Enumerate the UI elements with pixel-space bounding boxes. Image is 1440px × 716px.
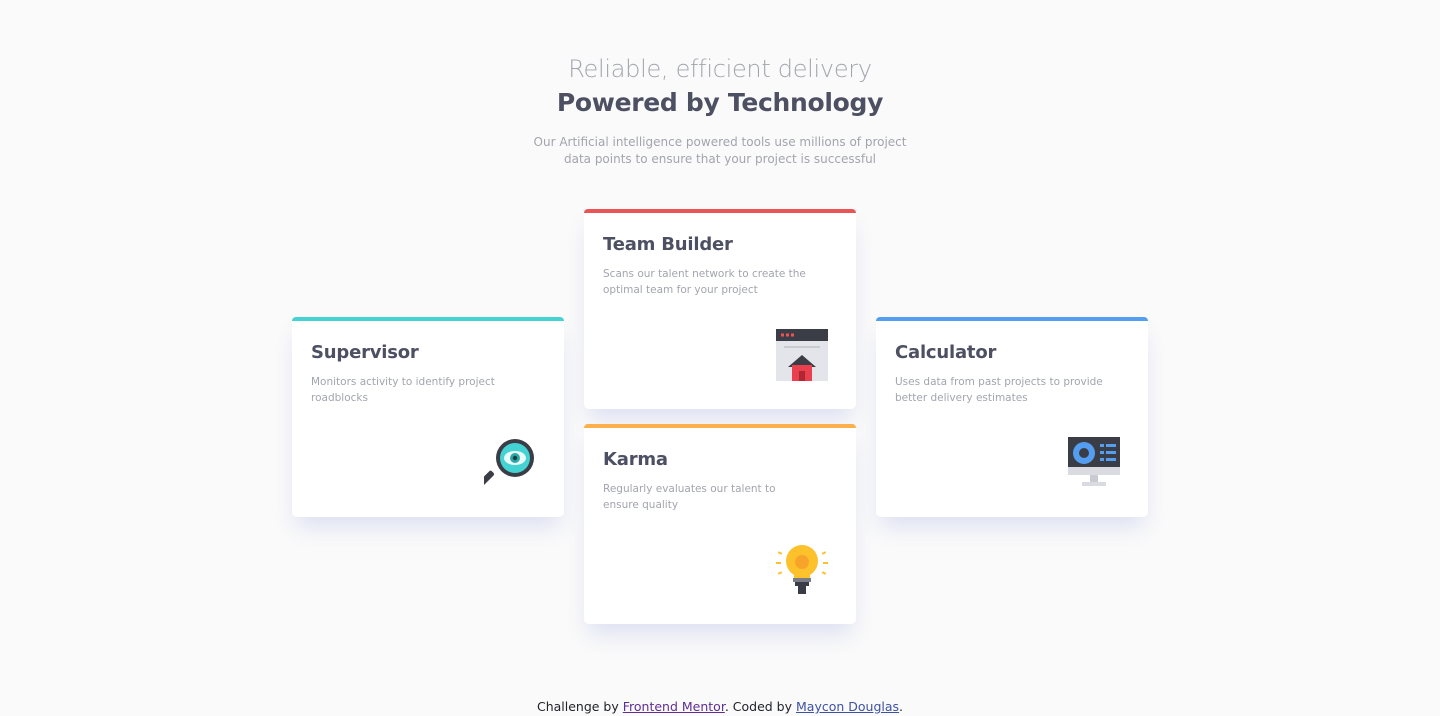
frontend-mentor-link[interactable]: Frontend Mentor	[623, 699, 725, 714]
card-title: Calculator	[895, 342, 997, 363]
attribution-footer: Challenge by Frontend Mentor. Coded by M…	[0, 698, 1440, 716]
magnifier-eye-icon	[484, 439, 534, 487]
page: Reliable, efficient delivery Powered by …	[0, 0, 1440, 716]
card-accent-bar	[584, 209, 856, 213]
card-title: Team Builder	[603, 234, 733, 255]
footer-suffix: .	[899, 699, 904, 714]
browser-house-icon	[776, 329, 828, 381]
card-title: Supervisor	[311, 342, 419, 363]
lightbulb-icon	[776, 545, 828, 594]
card-supervisor: Supervisor Monitors activity to identify…	[292, 317, 564, 517]
footer-middle: . Coded by	[724, 699, 796, 714]
card-accent-bar	[876, 317, 1148, 321]
card-description: Regularly evaluates our talent to ensure…	[603, 483, 776, 511]
card-accent-bar	[584, 424, 856, 428]
header: Reliable, efficient delivery Powered by …	[0, 54, 1440, 168]
author-link[interactable]: Maycon Douglas	[796, 699, 899, 714]
page-subtitle: Reliable, efficient delivery	[568, 55, 872, 83]
page-title: Powered by Technology	[556, 88, 884, 117]
card-karma: Karma Regularly evaluates our talent to …	[584, 424, 856, 624]
monitor-chart-icon	[1068, 437, 1120, 486]
card-team-builder: Team Builder Scans our talent network to…	[584, 209, 856, 409]
card-description: Scans our talent network to create the o…	[603, 268, 806, 296]
card-title: Karma	[603, 449, 668, 470]
intro-text: Our Artificial intelligence powered tool…	[533, 135, 907, 166]
card-accent-bar	[292, 317, 564, 321]
footer-prefix: Challenge by	[536, 699, 623, 714]
card-description: Monitors activity to identify project ro…	[311, 376, 495, 404]
card-calculator: Calculator Uses data from past projects …	[876, 317, 1148, 517]
card-description: Uses data from past projects to provide …	[895, 376, 1103, 404]
